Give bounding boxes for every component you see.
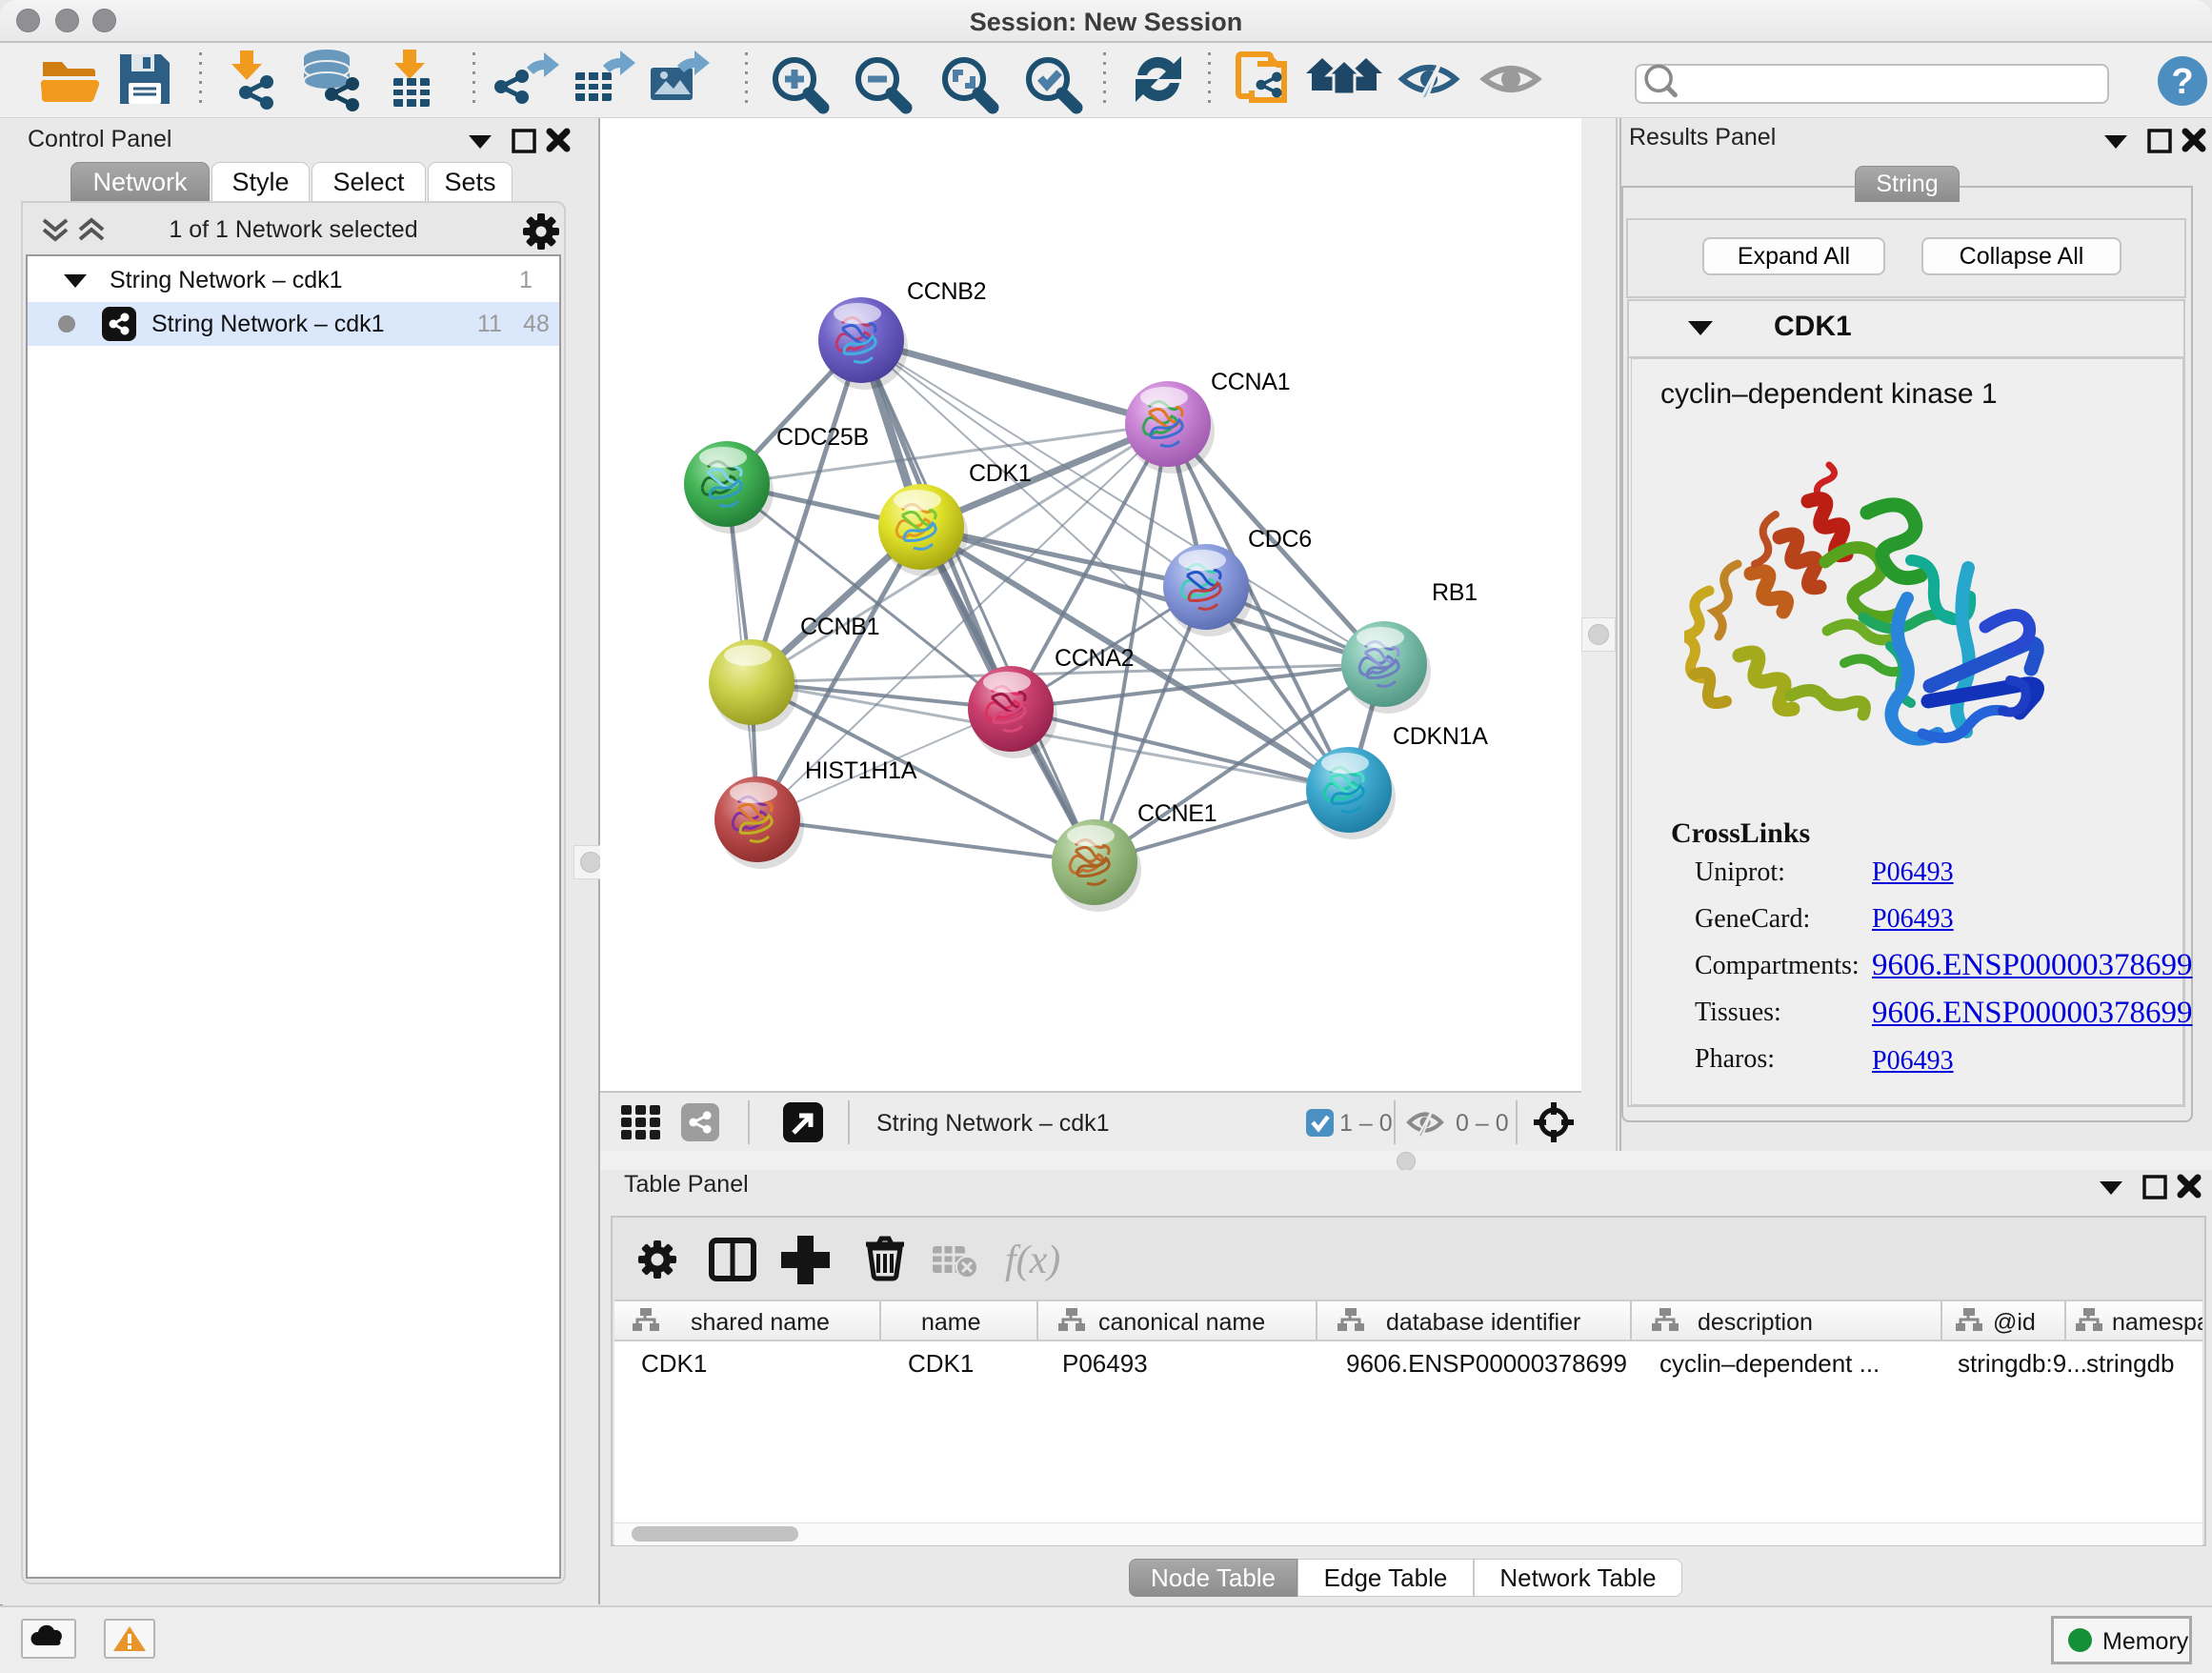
svg-text:canonical name: canonical name [1098, 1309, 1265, 1336]
svg-text:CCNA1: CCNA1 [1211, 369, 1290, 395]
svg-text:CCNB2: CCNB2 [907, 278, 986, 305]
svg-text:shared name: shared name [691, 1309, 830, 1336]
svg-text:CDK1: CDK1 [908, 1349, 974, 1378]
svg-text:namespac: namespac [2112, 1309, 2202, 1336]
svg-text:RB1: RB1 [1432, 579, 1478, 606]
svg-text:CCNA2: CCNA2 [1055, 645, 1134, 672]
svg-text:f(x): f(x) [1005, 1239, 1060, 1282]
svg-text:1 – 0: 1 – 0 [1339, 1110, 1393, 1137]
svg-text:@id: @id [1993, 1309, 2036, 1336]
svg-text:description: description [1698, 1309, 1813, 1336]
svg-text:CDK1: CDK1 [969, 460, 1032, 487]
svg-text:CDK1: CDK1 [641, 1349, 707, 1378]
svg-text:stringdb:9...: stringdb:9... [1958, 1349, 2087, 1378]
svg-text:CDC6: CDC6 [1248, 526, 1312, 553]
svg-text:String Network – cdk1: String Network – cdk1 [876, 1110, 1110, 1137]
svg-text:database identifier: database identifier [1386, 1309, 1580, 1336]
svg-text:name: name [921, 1309, 981, 1336]
svg-text:P06493: P06493 [1062, 1349, 1148, 1378]
svg-text:HIST1H1A: HIST1H1A [805, 757, 917, 784]
svg-text:CDC25B: CDC25B [776, 424, 869, 451]
svg-text:CDKN1A: CDKN1A [1393, 723, 1488, 750]
svg-text:9606.ENSP00000378699: 9606.ENSP00000378699 [1346, 1349, 1627, 1378]
svg-text:cyclin–dependent ...: cyclin–dependent ... [1659, 1349, 1880, 1378]
svg-text:?: ? [2171, 62, 2193, 102]
svg-text:CCNB1: CCNB1 [800, 614, 879, 640]
svg-text:CCNE1: CCNE1 [1137, 800, 1217, 827]
svg-text:stringdb: stringdb [2086, 1349, 2175, 1378]
svg-text:0 – 0: 0 – 0 [1456, 1110, 1509, 1137]
